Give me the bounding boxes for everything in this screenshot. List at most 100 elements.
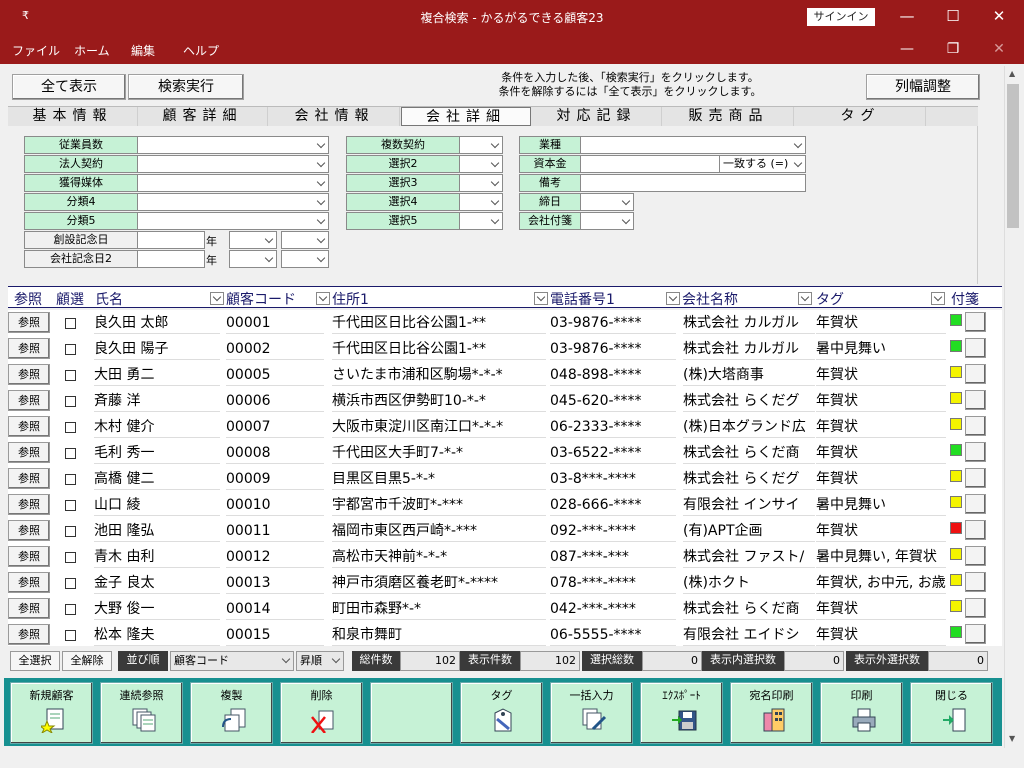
sticky-note-button[interactable]	[965, 442, 986, 462]
deselect-all-button[interactable]: 全解除	[62, 651, 112, 671]
menu-help[interactable]: ヘルプ	[183, 42, 219, 59]
close-button[interactable]: ✕	[976, 0, 1022, 34]
code-filter-dropdown-icon[interactable]	[316, 292, 330, 305]
address-filter-dropdown-icon[interactable]	[534, 292, 548, 305]
menu-file[interactable]: ファイル	[12, 42, 60, 59]
sticky-note-button[interactable]	[965, 546, 986, 566]
select-checkbox[interactable]	[65, 448, 76, 459]
choice4-select[interactable]	[459, 193, 503, 211]
choice2-select[interactable]	[459, 155, 503, 173]
table-row[interactable]: 参照 池田 隆弘 00011 福岡市東区西戸崎*-*** 092-***-**** (有)…	[8, 518, 1002, 544]
header-sticky[interactable]: 付箋	[951, 289, 979, 309]
reference-button[interactable]: 参照	[8, 468, 50, 489]
table-row[interactable]: 参照 斉藤 洋 00006 横浜市西区伊勢町10-*-* 045-620-**** 株式会…	[8, 388, 1002, 414]
founding-year-input[interactable]	[137, 231, 205, 249]
tab-products[interactable]: 販売商品	[664, 107, 794, 126]
reference-button[interactable]: 参照	[8, 442, 50, 463]
sticky-note-button[interactable]	[965, 468, 986, 488]
tab-customer-detail[interactable]: 顧客詳細	[138, 107, 268, 126]
company-filter-dropdown-icon[interactable]	[798, 292, 812, 305]
employees-select[interactable]	[137, 136, 329, 154]
new-customer-button[interactable]: 新規顧客	[10, 682, 93, 744]
signin-button[interactable]: サインイン	[807, 8, 875, 26]
duplicate-button[interactable]: 複製	[190, 682, 273, 744]
table-row[interactable]: 参照 大野 俊一 00014 町田市森野*-* 042-***-**** 株式会社 らくだ…	[8, 596, 1002, 622]
choice3-select[interactable]	[459, 174, 503, 192]
reference-button[interactable]: 参照	[8, 312, 50, 333]
anniv-month-select[interactable]	[229, 250, 277, 268]
sort-field-select[interactable]: 顧客コード	[170, 651, 294, 671]
reference-button[interactable]: 参照	[8, 546, 50, 567]
reference-button[interactable]: 参照	[8, 494, 50, 515]
mdi-restore-button[interactable]: ❐	[930, 38, 976, 62]
table-row[interactable]: 参照 高橋 健二 00009 目黒区目黒5-*-* 03-8***-**** 株式会社 ら…	[8, 466, 1002, 492]
sticky-note-button[interactable]	[965, 494, 986, 514]
header-select[interactable]: 顧選	[56, 289, 84, 309]
table-row[interactable]: 参照 山口 綾 00010 宇都宮市千波町*-*** 028-666-**** 有限会社 …	[8, 492, 1002, 518]
sort-direction-select[interactable]: 昇順	[296, 651, 344, 671]
table-row[interactable]: 参照 良久田 陽子 00002 千代田区日比谷公園1-** 03-9876-**** 株式…	[8, 336, 1002, 362]
tab-company-detail[interactable]: 会社詳細	[401, 107, 531, 126]
sticky-note-button[interactable]	[965, 312, 986, 332]
class4-select[interactable]	[137, 193, 329, 211]
select-checkbox[interactable]	[65, 604, 76, 615]
export-button[interactable]: ｴｸｽﾎﾟｰﾄ	[640, 682, 723, 744]
anniv-year-input[interactable]	[137, 250, 205, 268]
table-row[interactable]: 参照 木村 健介 00007 大阪市東淀川区南江口*-*-* 06-2333-**** (…	[8, 414, 1002, 440]
table-row[interactable]: 参照 大田 勇二 00005 さいたま市浦和区駒場*-*-* 048-898-**** (…	[8, 362, 1002, 388]
address-print-button[interactable]: 宛名印刷	[730, 682, 813, 744]
delete-button[interactable]: 削除	[280, 682, 363, 744]
closing-day-select[interactable]	[580, 193, 634, 211]
bulk-input-button[interactable]: 一括入力	[550, 682, 633, 744]
notes-input[interactable]	[580, 174, 806, 192]
tab-basic[interactable]: 基本情報	[8, 107, 138, 126]
column-width-button[interactable]: 列幅調整	[866, 74, 980, 100]
company-sticky-select[interactable]	[580, 212, 634, 230]
table-row[interactable]: 参照 青木 由利 00012 高松市天神前*-*-* 087-***-*** 株式会社 フ…	[8, 544, 1002, 570]
reference-button[interactable]: 参照	[8, 338, 50, 359]
header-company[interactable]: 会社名称	[682, 289, 738, 309]
select-checkbox[interactable]	[65, 578, 76, 589]
reference-button[interactable]: 参照	[8, 572, 50, 593]
maximize-button[interactable]: ☐	[930, 0, 976, 34]
founding-month-select[interactable]	[229, 231, 277, 249]
select-checkbox[interactable]	[65, 630, 76, 641]
sticky-note-button[interactable]	[965, 338, 986, 358]
tag-filter-dropdown-icon[interactable]	[931, 292, 945, 305]
reference-button[interactable]: 参照	[8, 416, 50, 437]
menu-home[interactable]: ホーム	[74, 42, 110, 59]
tab-company-info[interactable]: 会社情報	[270, 107, 400, 126]
header-tag[interactable]: タグ	[816, 289, 844, 309]
header-name[interactable]: 氏名	[95, 289, 123, 309]
select-checkbox[interactable]	[65, 526, 76, 537]
vertical-scrollbar[interactable]: ▲ ▼	[1004, 66, 1021, 748]
tab-tags[interactable]: タグ	[796, 107, 926, 126]
close-window-button[interactable]: 閉じる	[910, 682, 993, 744]
mdi-close-button[interactable]: ✕	[976, 38, 1022, 62]
acquisition-select[interactable]	[137, 174, 329, 192]
select-checkbox[interactable]	[65, 318, 76, 329]
anniv-day-select[interactable]	[281, 250, 329, 268]
founding-day-select[interactable]	[281, 231, 329, 249]
select-checkbox[interactable]	[65, 500, 76, 511]
reference-button[interactable]: 参照	[8, 598, 50, 619]
select-checkbox[interactable]	[65, 474, 76, 485]
select-checkbox[interactable]	[65, 370, 76, 381]
industry-select[interactable]	[580, 136, 806, 154]
select-checkbox[interactable]	[65, 422, 76, 433]
search-button[interactable]: 検索実行	[128, 74, 244, 100]
class5-select[interactable]	[137, 212, 329, 230]
reference-button[interactable]: 参照	[8, 624, 50, 645]
scroll-up-icon[interactable]: ▲	[1009, 69, 1015, 78]
select-checkbox[interactable]	[65, 552, 76, 563]
select-all-button[interactable]: 全選択	[10, 651, 60, 671]
select-checkbox[interactable]	[65, 396, 76, 407]
multi-contract-select[interactable]	[459, 136, 503, 154]
continuous-ref-button[interactable]: 連続参照	[100, 682, 183, 744]
header-address[interactable]: 住所1	[332, 289, 369, 309]
sticky-note-button[interactable]	[965, 520, 986, 540]
mdi-minimize-button[interactable]: —	[884, 38, 930, 62]
select-checkbox[interactable]	[65, 344, 76, 355]
table-row[interactable]: 参照 良久田 太郎 00001 千代田区日比谷公園1-** 03-9876-**** 株式…	[8, 310, 1002, 336]
corporate-contract-select[interactable]	[137, 155, 329, 173]
